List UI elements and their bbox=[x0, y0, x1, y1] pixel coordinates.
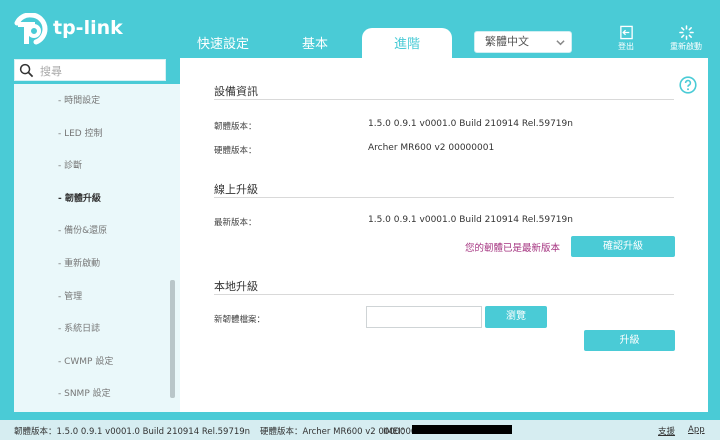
tp-link-logo-icon bbox=[14, 13, 48, 45]
hardware-version-value: Archer MR600 v2 00000001 bbox=[368, 143, 495, 153]
section-title-device-info: 設備資訊 bbox=[214, 85, 258, 98]
logo-text: tp-link bbox=[53, 17, 123, 39]
logout-label: 登出 bbox=[618, 42, 634, 51]
chevron-down-icon bbox=[556, 40, 565, 46]
footer: 韌體版本：1.5.0 0.9.1 v0001.0 Build 210914 Re… bbox=[0, 420, 720, 440]
section-title-online-upgrade: 線上升級 bbox=[214, 183, 258, 196]
upgrade-button[interactable]: 升級 bbox=[584, 330, 675, 351]
sidebar-item-system-log[interactable]: - 系統日誌 bbox=[58, 321, 100, 334]
divider bbox=[214, 197, 674, 198]
app-link[interactable]: App bbox=[688, 425, 705, 435]
latest-version-label: 最新版本： bbox=[214, 218, 257, 228]
check-upgrade-button[interactable]: 確認升級 bbox=[571, 236, 675, 257]
sidebar-item-diagnostics[interactable]: - 診斷 bbox=[58, 158, 82, 171]
sidebar-item-cwmp-settings[interactable]: - CWMP 設定 bbox=[58, 354, 113, 367]
tp-link-logo[interactable]: tp-link bbox=[14, 13, 124, 47]
sidebar: - 時間設定 - LED 控制 - 診斷 - 韌體升級 - 備份&還原 - 重新… bbox=[14, 84, 180, 412]
search-placeholder: 搜尋 bbox=[40, 65, 62, 78]
sidebar-item-reboot[interactable]: - 重新啟動 bbox=[58, 256, 100, 269]
search-icon bbox=[19, 63, 34, 78]
sidebar-scrollbar[interactable] bbox=[170, 280, 175, 398]
divider bbox=[214, 294, 674, 295]
reboot-label: 重新啟動 bbox=[670, 42, 702, 51]
sidebar-item-administration[interactable]: - 管理 bbox=[58, 289, 82, 302]
firmware-version-label: 韌體版本： bbox=[214, 122, 257, 132]
language-select[interactable]: 繁體中文 bbox=[474, 31, 572, 53]
help-icon[interactable] bbox=[679, 76, 697, 94]
reboot-spinner-icon bbox=[678, 25, 694, 40]
imei-redacted bbox=[412, 425, 512, 434]
sidebar-item-time-settings[interactable]: - 時間設定 bbox=[58, 93, 100, 106]
language-value: 繁體中文 bbox=[485, 35, 529, 48]
section-title-local-upgrade: 本地升級 bbox=[214, 280, 258, 293]
header: tp-link 快速設定 基本 進階 繁體中文 登出 重新啟動 bbox=[0, 0, 720, 58]
browse-button[interactable]: 瀏覽 bbox=[485, 306, 547, 328]
firmware-version-value: 1.5.0 0.9.1 v0001.0 Build 210914 Rel.597… bbox=[368, 119, 573, 129]
sidebar-item-snmp-settings[interactable]: - SNMP 設定 bbox=[58, 386, 111, 399]
logout-icon bbox=[619, 25, 633, 40]
main-panel: 設備資訊 韌體版本： 1.5.0 0.9.1 v0001.0 Build 210… bbox=[180, 58, 708, 412]
firmware-status-message: 您的韌體已是最新版本 bbox=[465, 243, 561, 254]
tab-advanced[interactable]: 進階 bbox=[362, 28, 452, 58]
sidebar-item-backup-restore[interactable]: - 備份&還原 bbox=[58, 223, 107, 236]
support-link[interactable]: 支援 bbox=[658, 425, 675, 437]
footer-imei-label: IMEI： bbox=[383, 427, 410, 437]
hardware-version-label: 硬體版本： bbox=[214, 146, 257, 156]
logout-button[interactable]: 登出 bbox=[604, 25, 648, 55]
reboot-button[interactable]: 重新啟動 bbox=[664, 25, 708, 55]
sidebar-item-led-control[interactable]: - LED 控制 bbox=[58, 126, 103, 139]
tab-basic[interactable]: 基本 bbox=[270, 28, 360, 58]
divider bbox=[214, 99, 674, 100]
latest-version-value: 1.5.0 0.9.1 v0001.0 Build 210914 Rel.597… bbox=[368, 215, 573, 225]
tab-quick-setup[interactable]: 快速設定 bbox=[178, 28, 268, 58]
new-firmware-file-label: 新韌體檔案： bbox=[214, 315, 266, 325]
search-input[interactable]: 搜尋 bbox=[14, 59, 166, 81]
footer-firmware-version: 韌體版本：1.5.0 0.9.1 v0001.0 Build 210914 Re… bbox=[14, 427, 251, 437]
firmware-file-input[interactable] bbox=[366, 306, 482, 328]
sidebar-item-firmware-upgrade[interactable]: - 韌體升級 bbox=[58, 191, 101, 204]
